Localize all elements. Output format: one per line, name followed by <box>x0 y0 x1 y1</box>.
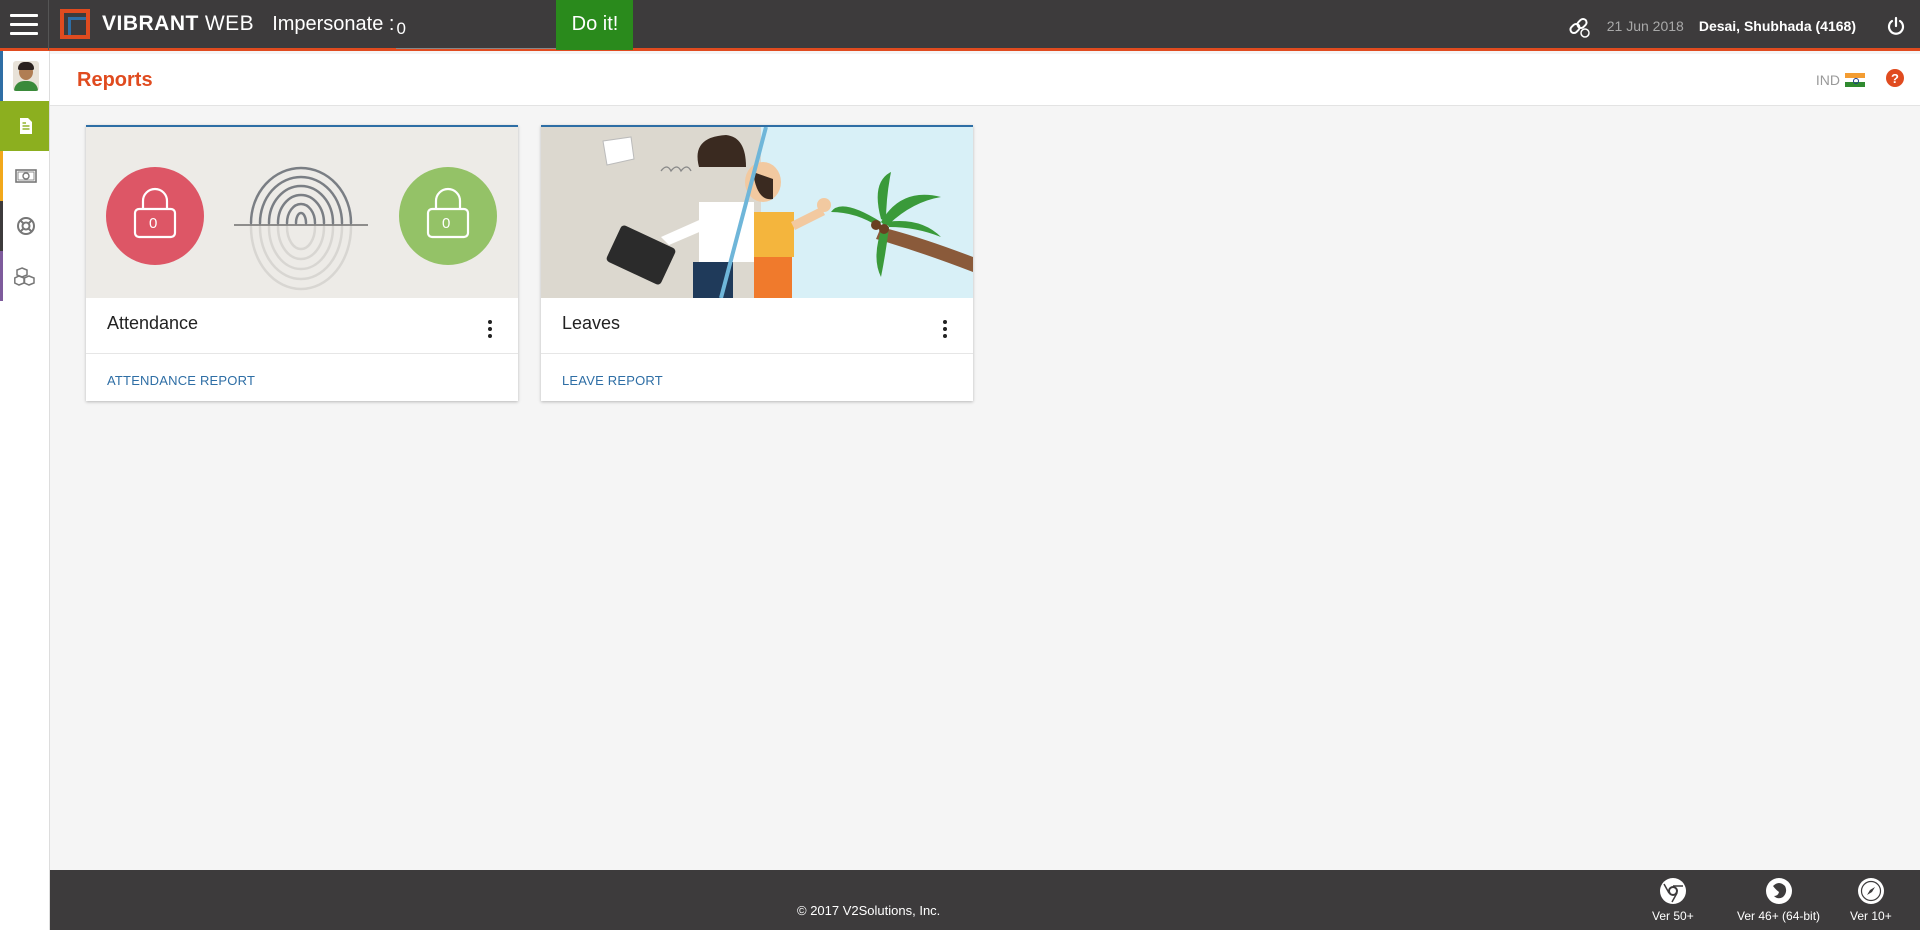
more-options-icon[interactable] <box>943 320 947 338</box>
vibrant-logo-icon <box>60 9 90 39</box>
leaves-illustration <box>541 127 973 298</box>
card-title-row: Attendance <box>86 298 518 354</box>
lifebuoy-icon <box>17 217 35 235</box>
browser-support-safari: Ver 10+ <box>1850 878 1892 923</box>
avatar <box>13 61 39 91</box>
money-icon <box>15 169 37 183</box>
copyright-text: © 2017 V2Solutions, Inc. <box>797 903 941 918</box>
page-title: Reports <box>77 69 153 91</box>
sidebar-item-reports[interactable] <box>0 101 49 151</box>
sidebar-item-help[interactable] <box>0 201 49 251</box>
safari-icon <box>1857 878 1884 904</box>
locale-selector[interactable]: IND <box>1816 72 1865 88</box>
brand-strong: VIBRANT <box>102 12 199 35</box>
lock-right-value: 0 <box>442 215 451 232</box>
firefox-version: Ver 46+ (64-bit) <box>1737 909 1821 923</box>
firefox-icon <box>1765 878 1792 904</box>
app-brand: VIBRANT WEB <box>102 12 254 36</box>
more-options-icon[interactable] <box>488 320 492 338</box>
chrome-icon <box>1659 878 1686 904</box>
lock-left-value: 0 <box>149 215 158 232</box>
hamburger-menu-icon[interactable] <box>0 0 49 50</box>
link-icon[interactable] <box>1567 14 1591 38</box>
top-bar: VIBRANTWEB Impersonate : Do it! 21 Jun 2… <box>0 0 1920 51</box>
attendance-illustration: 0 0 <box>86 127 518 298</box>
leaves-card: Leaves LEAVE REPORT <box>541 125 973 401</box>
browser-support-chrome: Ver 50+ <box>1652 878 1694 923</box>
browser-support-firefox: Ver 46+ (64-bit) <box>1737 878 1820 923</box>
card-title-row: Leaves <box>541 298 973 354</box>
sidebar-item-profile[interactable] <box>0 51 49 101</box>
attendance-card: 0 0 Attendance ATTENDANCE REPORT <box>86 125 518 401</box>
user-name[interactable]: Desai, Shubhada (4168) <box>1699 18 1856 34</box>
brand-light: WEB <box>204 12 255 35</box>
document-icon <box>20 118 32 134</box>
current-date: 21 Jun 2018 <box>1606 17 1684 34</box>
india-flag-icon <box>1845 73 1865 88</box>
help-icon[interactable]: ? <box>1886 69 1904 87</box>
sidebar-item-apps[interactable] <box>0 251 49 301</box>
do-it-button[interactable]: Do it! <box>556 0 634 50</box>
side-nav <box>0 51 50 930</box>
locale-label: IND <box>1815 72 1840 88</box>
page-header: Reports IND ? <box>50 54 1920 106</box>
power-icon[interactable] <box>1886 16 1906 36</box>
cubes-icon <box>14 267 35 286</box>
safari-version: Ver 10+ <box>1850 909 1892 923</box>
impersonate-label: Impersonate : <box>272 12 395 35</box>
chrome-version: Ver 50+ <box>1652 909 1694 923</box>
sidebar-item-salary[interactable] <box>0 151 49 201</box>
card-title: Leaves <box>562 313 621 333</box>
leave-report-link[interactable]: LEAVE REPORT <box>562 373 663 388</box>
footer: © 2017 V2Solutions, Inc. Ver 50+ Ver 46+… <box>50 870 1920 930</box>
impersonate-input[interactable] <box>396 0 557 49</box>
attendance-report-link[interactable]: ATTENDANCE REPORT <box>107 373 255 388</box>
card-title: Attendance <box>107 313 199 333</box>
